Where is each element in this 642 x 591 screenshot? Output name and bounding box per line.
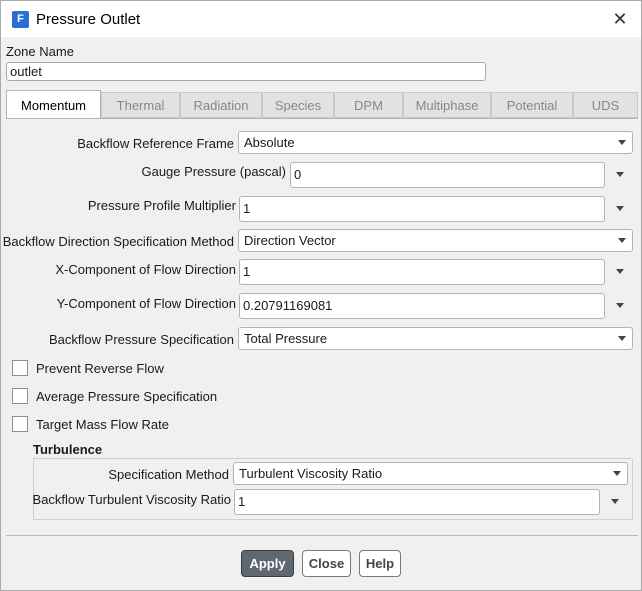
pressure-outlet-dialog: F Pressure Outlet ✕ Zone Name outlet Mom… bbox=[0, 0, 642, 591]
backflow-turbulent-viscosity-ratio-input[interactable]: 1 bbox=[234, 489, 600, 515]
x-component-input[interactable]: 1 bbox=[239, 259, 605, 285]
y-component-label: Y-Component of Flow Direction bbox=[56, 296, 236, 311]
tab-thermal[interactable]: Thermal bbox=[101, 92, 180, 118]
tab-species[interactable]: Species bbox=[262, 92, 334, 118]
backflow-pressure-spec-dropdown[interactable]: Total Pressure bbox=[238, 327, 633, 350]
pressure-profile-multiplier-dropdown-icon[interactable] bbox=[616, 206, 624, 211]
chevron-down-icon bbox=[618, 336, 626, 341]
y-component-input[interactable]: 0.20791169081 bbox=[239, 293, 605, 319]
help-button[interactable]: Help bbox=[359, 550, 401, 577]
pressure-profile-multiplier-input[interactable]: 1 bbox=[239, 196, 605, 222]
tab-radiation[interactable]: Radiation bbox=[180, 92, 262, 118]
apply-button[interactable]: Apply bbox=[241, 550, 294, 577]
x-component-dropdown-icon[interactable] bbox=[616, 269, 624, 274]
tab-momentum[interactable]: Momentum bbox=[6, 90, 101, 119]
backflow-pressure-spec-label: Backflow Pressure Specification bbox=[49, 332, 234, 347]
gauge-pressure-label: Gauge Pressure (pascal) bbox=[141, 164, 286, 179]
prevent-reverse-flow-checkbox[interactable] bbox=[12, 360, 28, 376]
chevron-down-icon bbox=[613, 471, 621, 476]
backflow-turbulent-viscosity-ratio-label: Backflow Turbulent Viscosity Ratio bbox=[32, 492, 231, 507]
backflow-direction-method-dropdown[interactable]: Direction Vector bbox=[238, 229, 633, 252]
tab-potential[interactable]: Potential bbox=[491, 92, 573, 118]
turbulence-group-title: Turbulence bbox=[33, 442, 103, 457]
footer-separator bbox=[6, 535, 638, 536]
close-window-icon[interactable]: ✕ bbox=[607, 7, 633, 31]
tab-underline bbox=[6, 118, 638, 119]
turbulence-spec-method-label: Specification Method bbox=[108, 467, 229, 482]
chevron-down-icon bbox=[618, 140, 626, 145]
tab-uds[interactable]: UDS bbox=[573, 92, 638, 118]
prevent-reverse-flow-label: Prevent Reverse Flow bbox=[36, 361, 164, 376]
gauge-pressure-profile-dropdown-icon[interactable] bbox=[616, 172, 624, 177]
backflow-direction-method-value: Direction Vector bbox=[244, 233, 336, 248]
backflow-direction-method-label: Backflow Direction Specification Method bbox=[2, 234, 234, 249]
x-component-label: X-Component of Flow Direction bbox=[55, 262, 236, 277]
target-mass-flow-rate-checkbox[interactable] bbox=[12, 416, 28, 432]
backflow-reference-frame-value: Absolute bbox=[244, 135, 295, 150]
target-mass-flow-rate-label: Target Mass Flow Rate bbox=[36, 417, 169, 432]
backflow-reference-frame-dropdown[interactable]: Absolute bbox=[238, 131, 633, 154]
chevron-down-icon bbox=[618, 238, 626, 243]
average-pressure-spec-label: Average Pressure Specification bbox=[36, 389, 218, 404]
window-title: Pressure Outlet bbox=[36, 11, 141, 28]
close-button[interactable]: Close bbox=[302, 550, 351, 577]
pressure-profile-multiplier-label: Pressure Profile Multiplier bbox=[87, 198, 236, 213]
y-component-dropdown-icon[interactable] bbox=[616, 303, 624, 308]
average-pressure-spec-checkbox[interactable] bbox=[12, 388, 28, 404]
fluent-app-icon: F bbox=[12, 11, 29, 28]
zone-name-input[interactable]: outlet bbox=[6, 62, 486, 81]
tab-bar: Momentum Thermal Radiation Species DPM M… bbox=[6, 90, 638, 119]
title-bar: F Pressure Outlet ✕ bbox=[1, 1, 641, 37]
tab-multiphase[interactable]: Multiphase bbox=[403, 92, 491, 118]
tab-dpm[interactable]: DPM bbox=[334, 92, 403, 118]
zone-name-label: Zone Name bbox=[6, 44, 74, 59]
backflow-pressure-spec-value: Total Pressure bbox=[244, 331, 328, 346]
turbulence-spec-method-dropdown[interactable]: Turbulent Viscosity Ratio bbox=[233, 462, 628, 485]
backflow-turbulent-viscosity-ratio-dropdown-icon[interactable] bbox=[611, 499, 619, 504]
gauge-pressure-input[interactable]: 0 bbox=[290, 162, 605, 188]
turbulence-spec-method-value: Turbulent Viscosity Ratio bbox=[239, 466, 383, 481]
backflow-reference-frame-label: Backflow Reference Frame bbox=[77, 136, 234, 151]
